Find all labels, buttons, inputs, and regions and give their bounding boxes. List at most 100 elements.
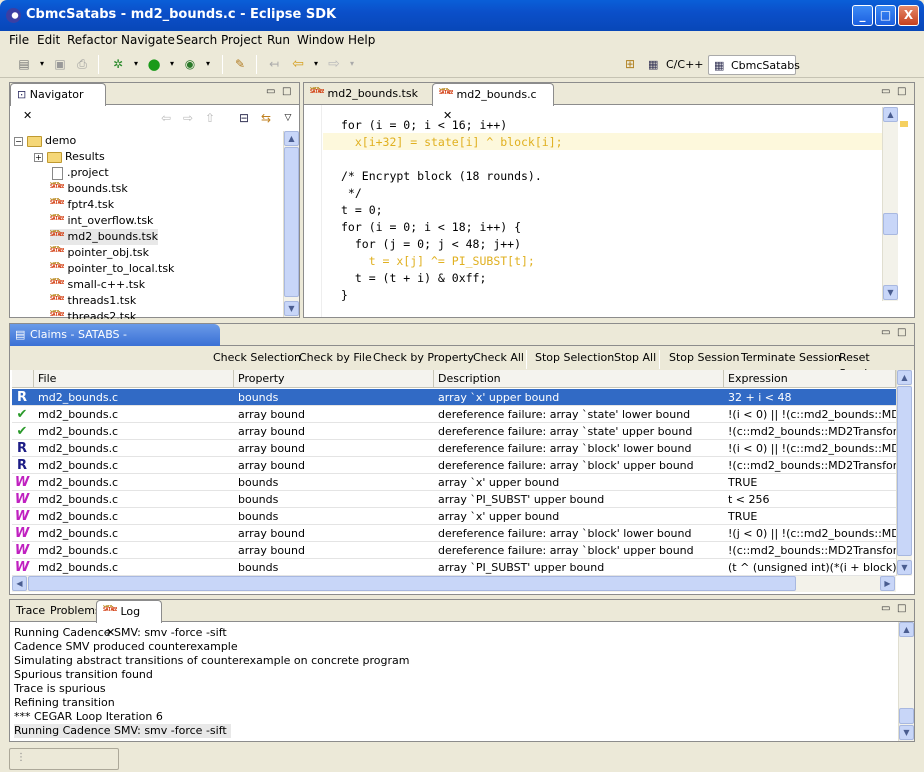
tree-item-task[interactable]: CBMC SATABS pointer_obj.tsk xyxy=(50,245,149,261)
check-all-button[interactable]: Check All xyxy=(473,350,524,366)
code-line[interactable]: t = (t + i) & 0xff; xyxy=(341,270,487,287)
log-vscroll[interactable]: ▲ ▼ xyxy=(898,622,914,741)
stop-session-button[interactable]: Stop Session xyxy=(669,350,739,366)
view-menu-icon[interactable]: ▽ xyxy=(280,110,296,126)
dropdown-icon[interactable]: ▾ xyxy=(308,56,324,72)
maximize-view-icon[interactable]: □ xyxy=(282,86,291,97)
scroll-right-icon[interactable]: ▶ xyxy=(880,576,895,591)
code-line[interactable]: /* Encrypt block (18 rounds). xyxy=(341,168,542,185)
tree-item-task[interactable]: CBMC SATABS threads2.tsk xyxy=(50,309,136,319)
external-tools-icon[interactable]: ◉ xyxy=(182,56,198,72)
maximize-button[interactable]: □ xyxy=(875,5,896,26)
code-line[interactable]: for (i = 0; i < 18; i++) { xyxy=(341,219,521,236)
open-perspective-icon[interactable]: ⊞ xyxy=(622,56,638,72)
scroll-up-icon[interactable]: ▲ xyxy=(883,107,898,122)
table-row[interactable]: Wmd2_bounds.c bounds array `PI_SUBST' uppe… xyxy=(12,491,896,508)
check-by-file-button[interactable]: Check by File xyxy=(299,350,372,366)
scroll-up-icon[interactable]: ▲ xyxy=(899,622,914,637)
maximize-view-icon[interactable]: □ xyxy=(897,86,906,97)
save-icon[interactable]: ▣ xyxy=(52,56,68,72)
tab-problems[interactable]: Problems xyxy=(44,600,101,622)
code-line[interactable]: */ xyxy=(341,185,362,202)
scroll-down-icon[interactable]: ▼ xyxy=(899,725,914,740)
tree-item-task-selected[interactable]: CBMC SATABS md2_bounds.tsk xyxy=(50,229,158,245)
overview-marker[interactable] xyxy=(900,121,908,127)
table-row[interactable]: Wmd2_bounds.c bounds array `PI_SUBST' uppe… xyxy=(12,559,896,576)
scroll-up-icon[interactable]: ▲ xyxy=(897,370,912,385)
tree-item-task[interactable]: CBMC SATABS small-c++.tsk xyxy=(50,277,145,293)
tree-item-task[interactable]: CBMC SATABS pointer_to_local.tsk xyxy=(50,261,174,277)
perspective-cbmcsatabs[interactable]: ▦ CbmcSatabs xyxy=(708,55,800,75)
collapse-icon[interactable]: − xyxy=(14,136,23,146)
check-selection-button[interactable]: Check Selection xyxy=(213,350,301,366)
tree-item-task[interactable]: CBMC SATABS threads1.tsk xyxy=(50,293,136,309)
scroll-thumb[interactable] xyxy=(883,213,898,235)
stop-all-button[interactable]: Stop All xyxy=(614,350,656,366)
table-row[interactable]: Wmd2_bounds.c array bound dereference fail… xyxy=(12,525,896,542)
scroll-thumb[interactable] xyxy=(28,576,796,591)
menu-window[interactable]: Window xyxy=(297,33,344,47)
tab-md2-bounds-tsk[interactable]: CBMC SATABS md2_bounds.tsk xyxy=(304,83,430,105)
link-editor-icon[interactable]: ⇆ xyxy=(258,110,274,126)
minimize-view-icon[interactable]: ▭ xyxy=(266,86,275,97)
maximize-view-icon[interactable]: □ xyxy=(897,327,906,338)
dropdown-icon[interactable]: ▾ xyxy=(34,56,50,72)
tree-item-results[interactable]: + Results xyxy=(34,149,105,165)
table-row[interactable]: Rmd2_bounds.c array bound dereference fail… xyxy=(12,457,896,474)
print-icon[interactable]: ⎙ xyxy=(74,56,90,72)
scroll-down-icon[interactable]: ▼ xyxy=(883,285,898,300)
column-header-file[interactable]: File xyxy=(34,370,234,388)
table-row[interactable]: Rmd2_bounds.c array bound dereference fail… xyxy=(12,440,896,457)
perspective-cpp[interactable]: ▦ C/C++ xyxy=(644,55,704,75)
forward-icon[interactable]: ⇨ xyxy=(326,56,342,72)
tab-trace[interactable]: Trace xyxy=(10,600,45,622)
terminate-session-button[interactable]: Terminate Session xyxy=(741,350,841,366)
collapse-all-icon[interactable]: ⊟ xyxy=(236,110,252,126)
back-icon[interactable]: ⇦ xyxy=(290,56,306,72)
minimize-view-icon[interactable]: ▭ xyxy=(881,327,890,338)
menu-project[interactable]: Project xyxy=(221,33,262,47)
maximize-view-icon[interactable]: □ xyxy=(897,603,906,614)
expand-icon[interactable]: + xyxy=(34,152,43,162)
tab-md2-bounds-c[interactable]: CBMC SATABS md2_bounds.c ✕ xyxy=(432,83,554,122)
dropdown-icon[interactable]: ▾ xyxy=(164,56,180,72)
close-button[interactable]: X xyxy=(898,5,919,26)
tab-log[interactable]: CBMC SATABS Log ✕ xyxy=(96,600,162,639)
table-row[interactable]: ✔ md2_bounds.c array bound dereference fail… xyxy=(12,406,896,423)
column-header-description[interactable]: Description xyxy=(434,370,724,388)
code-line[interactable]: } xyxy=(341,287,348,304)
dropdown-icon[interactable]: ▾ xyxy=(200,56,216,72)
check-by-property-button[interactable]: Check by Property xyxy=(373,350,474,366)
back-icon[interactable]: ⇦ xyxy=(158,110,174,126)
table-row[interactable]: ✔ md2_bounds.c array bound dereference fail… xyxy=(12,423,896,440)
code-line[interactable]: t = x[j] ^= PI_SUBST[t]; xyxy=(341,253,535,270)
menu-navigate[interactable]: Navigate xyxy=(121,33,175,47)
column-header-expression[interactable]: Expression xyxy=(724,370,896,388)
new-icon[interactable]: ▤ xyxy=(16,56,32,72)
debug-icon[interactable]: ✲ xyxy=(110,56,126,72)
column-header-status[interactable] xyxy=(12,370,34,388)
scroll-thumb[interactable] xyxy=(899,708,914,724)
table-row[interactable]: Wmd2_bounds.c bounds array `x' upper bound… xyxy=(12,474,896,491)
scroll-thumb[interactable] xyxy=(897,386,912,556)
code-line[interactable]: t = 0; xyxy=(341,202,383,219)
tree-item-task[interactable]: CBMC SATABS bounds.tsk xyxy=(50,181,128,197)
menu-run[interactable]: Run xyxy=(267,33,290,47)
table-row[interactable]: Rmd2_bounds.c bounds array `x' upper bound… xyxy=(12,389,896,406)
menu-edit[interactable]: Edit xyxy=(37,33,60,47)
claims-vscroll[interactable]: ▲ ▼ xyxy=(896,370,912,576)
tree-item-task[interactable]: CBMC SATABS fptr4.tsk xyxy=(50,197,114,213)
scroll-left-icon[interactable]: ◀ xyxy=(12,576,27,591)
table-row[interactable]: Wmd2_bounds.c bounds array `x' upper bound… xyxy=(12,508,896,525)
tree-item-demo[interactable]: − demo xyxy=(14,133,76,149)
code-line[interactable]: for (j = 0; j < 48; j++) xyxy=(341,236,521,253)
forward-icon[interactable]: ⇨ xyxy=(180,110,196,126)
minimize-button[interactable]: _ xyxy=(852,5,873,26)
pin-icon[interactable]: ✎ xyxy=(232,56,248,72)
tree-item-task[interactable]: CBMC SATABS int_overflow.tsk xyxy=(50,213,153,229)
dropdown-icon[interactable]: ▾ xyxy=(128,56,144,72)
code-line[interactable]: for (i = 0; i < 16; i++) xyxy=(341,117,507,134)
menu-refactor[interactable]: Refactor xyxy=(67,33,117,47)
table-row[interactable]: Wmd2_bounds.c array bound dereference fail… xyxy=(12,542,896,559)
code-line[interactable]: x[i+32] = state[i] ^ block[i]; xyxy=(341,134,563,151)
